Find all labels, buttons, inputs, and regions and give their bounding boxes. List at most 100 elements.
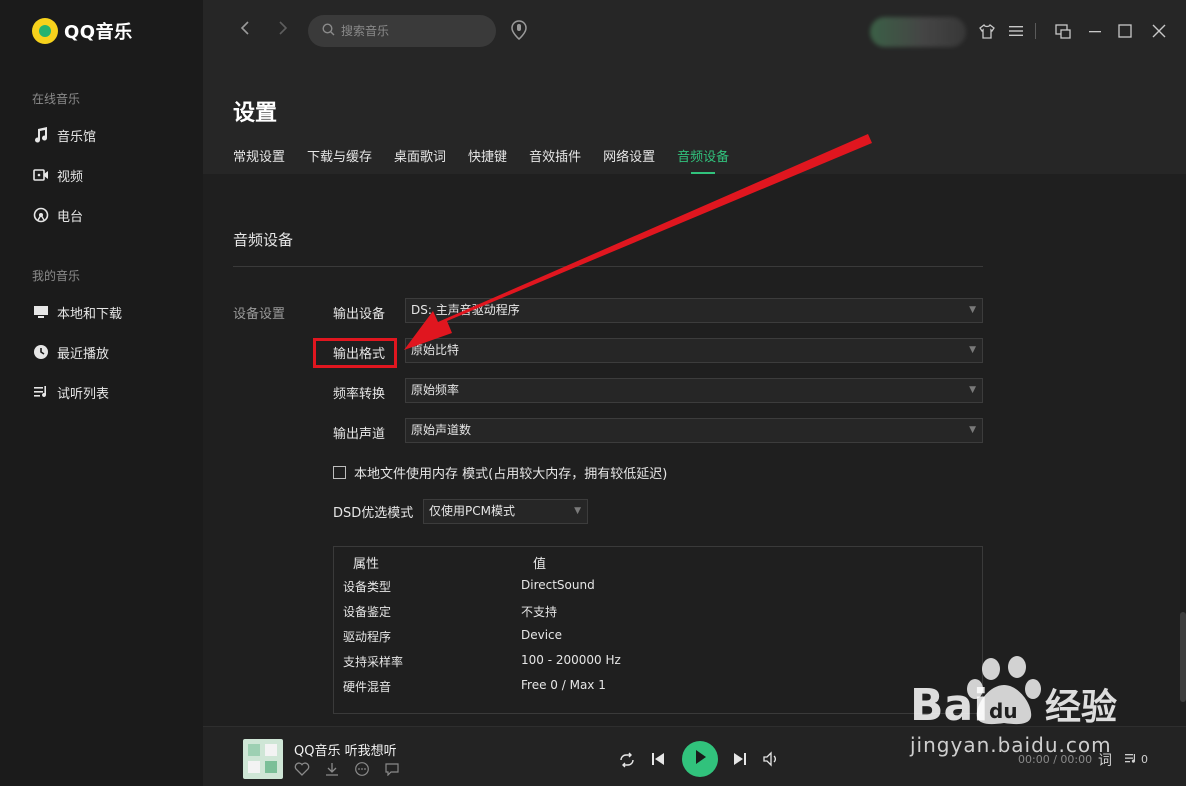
property-header-attribute: 属性 xyxy=(353,557,380,572)
song-title[interactable]: QQ音乐 听我想听 xyxy=(294,740,397,759)
more-icon[interactable] xyxy=(354,762,370,780)
output-channel-value: 原始声道数 xyxy=(411,423,472,437)
output-format-select[interactable]: 原始比特 ▼ xyxy=(405,338,983,363)
scrollbar-thumb[interactable] xyxy=(1180,612,1186,702)
toolbar-divider xyxy=(1033,22,1039,40)
search-input[interactable] xyxy=(341,24,481,38)
memory-mode-option[interactable]: 本地文件使用内存 模式(占用较大内存，拥有较低延迟) xyxy=(333,463,667,482)
comment-icon[interactable] xyxy=(384,762,400,780)
song-actions xyxy=(294,762,400,780)
output-device-value: DS: 主声音驱动程序 xyxy=(411,303,520,317)
chevron-down-icon: ▼ xyxy=(969,305,976,315)
tab-general[interactable]: 常规设置 xyxy=(233,146,285,174)
dsd-mode-value: 仅使用PCM模式 xyxy=(429,504,515,518)
app-name: QQ音乐 xyxy=(64,22,133,43)
frequency-conversion-label: 频率转换 xyxy=(333,387,386,402)
property-value: DirectSound xyxy=(521,578,595,592)
forward-arrow-icon[interactable] xyxy=(278,20,288,41)
tab-download-cache[interactable]: 下载与缓存 xyxy=(307,146,372,174)
sidebar-item-recent[interactable]: 最近播放 xyxy=(32,340,109,364)
user-avatar[interactable] xyxy=(870,17,966,47)
sidebar-item-label: 电台 xyxy=(57,209,84,225)
section-divider xyxy=(233,266,983,267)
output-format-value: 原始比特 xyxy=(411,343,460,357)
section-title: 音频设备 xyxy=(233,231,294,249)
skin-icon[interactable] xyxy=(978,22,996,40)
output-channel-label: 输出声道 xyxy=(333,427,386,442)
search-icon xyxy=(322,23,335,39)
frequency-conversion-value: 原始频率 xyxy=(411,383,460,397)
mini-mode-icon[interactable] xyxy=(1054,22,1072,40)
output-device-select[interactable]: DS: 主声音驱动程序 ▼ xyxy=(405,298,983,323)
chevron-down-icon: ▼ xyxy=(969,345,976,355)
property-value: 不支持 xyxy=(521,605,558,619)
property-value: Device xyxy=(521,628,563,642)
sidebar-group-online: 在线音乐 xyxy=(32,92,81,106)
tab-sound-effects[interactable]: 音效插件 xyxy=(529,146,581,174)
property-attr: 支持采样率 xyxy=(343,655,404,669)
sidebar-item-music-hall[interactable]: 音乐馆 xyxy=(32,123,96,147)
play-button[interactable] xyxy=(682,741,718,777)
property-attr: 设备鉴定 xyxy=(343,605,392,619)
computer-icon xyxy=(32,304,49,321)
queue-icon xyxy=(1124,752,1138,767)
queue-count: 0 xyxy=(1141,753,1148,766)
sidebar-item-label: 本地和下载 xyxy=(57,306,123,322)
sidebar-item-radio[interactable]: 电台 xyxy=(32,203,83,227)
memory-mode-checkbox[interactable] xyxy=(333,466,346,479)
album-cover[interactable] xyxy=(243,739,283,779)
sidebar-item-trial-list[interactable]: 试听列表 xyxy=(32,380,109,404)
sidebar-item-video[interactable]: 视频 xyxy=(32,163,83,187)
download-icon[interactable] xyxy=(324,762,340,780)
annotation-highlight-box xyxy=(313,338,397,368)
dsd-mode-select[interactable]: 仅使用PCM模式 ▼ xyxy=(423,499,588,524)
repeat-icon[interactable] xyxy=(617,750,637,770)
radio-icon xyxy=(32,207,49,224)
tab-shortcuts[interactable]: 快捷键 xyxy=(468,146,507,174)
back-arrow-icon[interactable] xyxy=(240,20,250,41)
property-attr: 设备类型 xyxy=(343,580,392,594)
group-label: 设备设置 xyxy=(233,307,286,322)
sidebar-item-local-download[interactable]: 本地和下载 xyxy=(32,300,122,324)
video-icon xyxy=(32,167,49,184)
voice-search-icon[interactable] xyxy=(510,20,528,40)
chevron-down-icon: ▼ xyxy=(969,425,976,435)
device-properties-table: 属性 值 设备类型 DirectSound 设备鉴定 不支持 驱动程序 Devi… xyxy=(333,546,983,714)
sidebar-group-mine: 我的音乐 xyxy=(32,269,81,283)
property-value: Free 0 / Max 1 xyxy=(521,678,606,692)
maximize-icon[interactable] xyxy=(1116,22,1134,40)
menu-icon[interactable] xyxy=(1007,22,1025,40)
minimize-icon[interactable] xyxy=(1086,22,1104,40)
clock-icon xyxy=(32,344,49,361)
close-icon[interactable] xyxy=(1150,22,1168,40)
playlist-queue-button[interactable]: 0 xyxy=(1124,752,1148,767)
previous-icon[interactable] xyxy=(649,750,667,768)
app-logo[interactable]: QQ音乐 xyxy=(32,18,133,44)
tab-desktop-lyrics[interactable]: 桌面歌词 xyxy=(394,146,446,174)
sidebar-item-label: 视频 xyxy=(57,169,84,185)
heart-icon[interactable] xyxy=(294,762,310,780)
output-channel-select[interactable]: 原始声道数 ▼ xyxy=(405,418,983,443)
property-value: 100 - 200000 Hz xyxy=(521,653,621,667)
playlist-icon xyxy=(32,384,49,401)
next-icon[interactable] xyxy=(731,750,749,768)
sidebar-item-label: 最近播放 xyxy=(57,346,110,362)
play-icon xyxy=(693,749,707,769)
sidebar-item-label: 试听列表 xyxy=(57,386,110,402)
page-title: 设置 xyxy=(233,101,278,126)
property-attr: 硬件混音 xyxy=(343,680,392,694)
frequency-conversion-select[interactable]: 原始频率 ▼ xyxy=(405,378,983,403)
property-attr: 驱动程序 xyxy=(343,630,392,644)
memory-mode-label: 本地文件使用内存 模式(占用较大内存，拥有较低延迟) xyxy=(354,467,668,482)
property-header-value: 值 xyxy=(533,557,547,572)
output-device-label: 输出设备 xyxy=(333,307,386,322)
qq-music-logo-icon xyxy=(32,18,58,44)
tab-network[interactable]: 网络设置 xyxy=(603,146,655,174)
volume-icon[interactable] xyxy=(762,750,780,768)
chevron-down-icon: ▼ xyxy=(574,506,581,516)
dsd-mode-label: DSD优选模式 xyxy=(333,506,414,521)
sidebar-item-label: 音乐馆 xyxy=(57,129,97,145)
search-box[interactable] xyxy=(308,15,496,47)
settings-tabs: 常规设置 下载与缓存 桌面歌词 快捷键 音效插件 网络设置 音频设备 xyxy=(233,146,729,174)
tab-audio-device[interactable]: 音频设备 xyxy=(677,146,729,174)
